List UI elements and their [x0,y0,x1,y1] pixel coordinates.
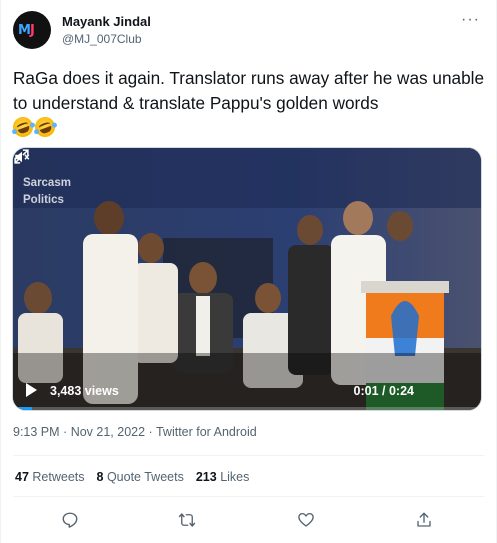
share-button[interactable] [412,508,436,532]
retweet-icon [178,513,196,527]
meta-separator: · [148,425,153,439]
more-horizontal-icon[interactable]: ··· [461,12,480,28]
play-icon[interactable] [26,383,37,397]
video-frame [13,148,481,410]
rolling-laughing-emoji-icon [32,114,58,140]
author-display-name[interactable]: Mayank Jindal [62,14,151,29]
tweet-date[interactable]: Nov 21, 2022 [71,425,145,439]
tweet-text: RaGa does it again. Translator runs away… [13,68,485,113]
avatar-logo: MJ [18,23,35,38]
meta-separator: · [63,425,68,439]
tweet-card: MJ Mayank Jindal @MJ_007Club ··· RaGa do… [0,0,497,543]
video-progress-fill [13,407,32,410]
quotes-label: Quote Tweets [106,470,184,484]
like-icon [298,512,314,527]
rolling-laughing-emoji-icon [10,114,36,140]
like-button[interactable] [294,508,318,532]
retweets-count: 47 [15,470,29,484]
tweet-source[interactable]: Twitter for Android [156,425,257,439]
quote-tweets-stat[interactable]: 8 Quote Tweets [97,470,184,484]
avatar[interactable]: MJ [13,11,51,49]
quotes-count: 8 [96,470,104,484]
retweets-label: Retweets [32,470,85,484]
likes-count: 213 [195,470,217,484]
divider [13,455,484,456]
reply-icon [62,512,78,528]
tweet-time[interactable]: 9:13 PM [13,425,60,439]
watermark-line: Politics [23,194,64,206]
divider [13,496,484,497]
video-player[interactable]: Sarcasm Politics 3,483 views 0:01 / 0:24 [12,147,482,411]
likes-label: Likes [220,470,250,484]
watermark-line: Sarcasm [23,177,71,189]
tweet-stats: 47 Retweets 8 Quote Tweets 213 Likes [15,470,249,484]
likes-stat[interactable]: 213 Likes [196,470,250,484]
video-progress-track[interactable] [13,407,481,410]
fullscreen-icon[interactable] [13,148,30,165]
share-icon [417,512,431,527]
video-watermark: Sarcasm Politics [23,175,71,209]
emoji-row [10,114,58,140]
tweet-meta: 9:13 PM · Nov 21, 2022 · Twitter for And… [13,425,257,439]
view-count: 3,483 views [50,384,119,398]
author-handle[interactable]: @MJ_007Club [62,32,142,46]
action-bar [1,508,497,534]
video-timecode: 0:01 / 0:24 [353,384,414,398]
retweet-button[interactable] [175,508,199,532]
retweets-stat[interactable]: 47 Retweets [15,470,85,484]
reply-button[interactable] [58,508,82,532]
